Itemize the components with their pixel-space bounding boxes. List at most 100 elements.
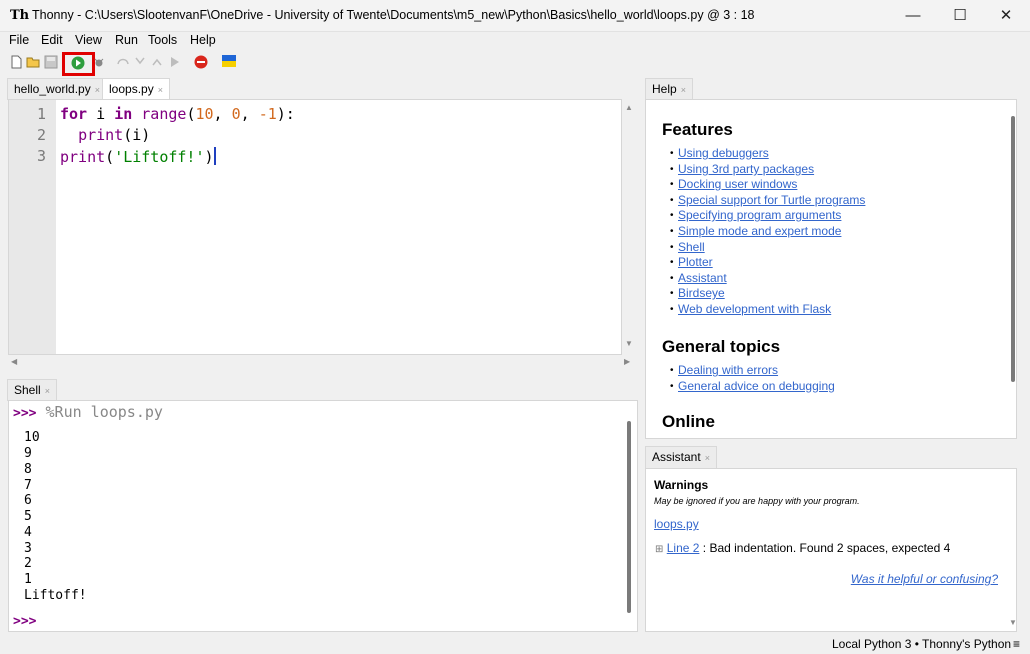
close-tab-icon[interactable]: × — [158, 85, 163, 95]
help-link[interactable]: Shell — [678, 240, 705, 254]
help-scrollbar-thumb[interactable] — [1011, 116, 1015, 382]
help-link[interactable]: Using 3rd party packages — [678, 162, 814, 176]
tab-label: hello_world.py — [14, 82, 91, 96]
feedback-link[interactable]: Was it helpful or confusing? — [851, 572, 998, 586]
scroll-right-icon[interactable]: ▶ — [624, 357, 630, 366]
shell-run-command: %Run loops.py — [36, 403, 163, 421]
tab-assistant[interactable]: Assistant × — [645, 446, 717, 468]
shell-output: Liftoff! — [24, 588, 87, 603]
help-link[interactable]: Specifying program arguments — [678, 208, 841, 222]
help-link[interactable]: General advice on debugging — [678, 379, 835, 393]
help-link[interactable]: Docking user windows — [678, 177, 797, 191]
open-file-icon[interactable] — [26, 55, 40, 69]
shell-output: 1 — [24, 572, 32, 587]
save-icon[interactable] — [44, 55, 58, 69]
shell-output: 9 — [24, 446, 32, 461]
help-panel: Features • Using debuggers • Using 3rd par… — [645, 99, 1017, 439]
help-link[interactable]: Using debuggers — [678, 146, 769, 160]
step-over-icon[interactable] — [116, 55, 130, 69]
help-link[interactable]: Assistant — [678, 271, 727, 285]
shell-output: 6 — [24, 493, 32, 508]
help-link[interactable]: Dealing with errors — [678, 363, 778, 377]
interpreter-selector[interactable]: Local Python 3 • Thonny's Python — [832, 637, 1011, 651]
code-line: print('Liftoff!') — [60, 147, 216, 166]
scroll-down-icon[interactable]: ▼ — [625, 339, 633, 348]
shell-scrollbar-thumb[interactable] — [627, 421, 631, 613]
code-line: print(i) — [78, 126, 151, 144]
line-number-gutter: 1 2 3 — [9, 100, 56, 354]
close-tab-icon[interactable]: × — [681, 85, 686, 95]
line-number: 3 — [36, 147, 46, 165]
new-file-icon[interactable] — [9, 55, 23, 69]
close-tab-icon[interactable]: × — [45, 386, 50, 396]
tab-label: Shell — [14, 383, 41, 397]
shell-output: 7 — [24, 478, 32, 493]
scroll-left-icon[interactable]: ◀ — [11, 357, 17, 366]
stop-icon[interactable] — [194, 55, 208, 69]
ukraine-flag-icon[interactable] — [222, 55, 236, 67]
tab-help[interactable]: Help × — [645, 78, 693, 100]
menu-help[interactable]: Help — [190, 32, 216, 49]
tab-label: Assistant — [652, 450, 701, 464]
menu-view[interactable]: View — [75, 32, 102, 49]
minimize-button[interactable]: — — [890, 0, 936, 32]
close-tab-icon[interactable]: × — [95, 85, 100, 95]
scroll-up-icon[interactable]: ▲ — [625, 103, 633, 112]
warning-message: : Bad indentation. Found 2 spaces, expec… — [699, 541, 951, 555]
close-button[interactable]: ✕ — [983, 0, 1029, 32]
maximize-button[interactable]: ☐ — [937, 0, 983, 32]
tab-label: Help — [652, 82, 677, 96]
help-heading: General topics — [662, 337, 781, 356]
menu-bar: File Edit View Run Tools Help — [0, 32, 1030, 50]
line-number: 1 — [36, 105, 46, 123]
shell-panel[interactable]: >>> %Run loops.py 10 9 8 7 6 5 4 3 2 1 L… — [8, 400, 638, 632]
line-number: 2 — [36, 126, 46, 144]
thonny-logo-icon: Th — [10, 8, 30, 23]
tab-shell[interactable]: Shell × — [7, 379, 57, 401]
editor-horizontal-scrollbar[interactable]: ◀ ▶ — [8, 355, 636, 369]
warnings-title: Warnings — [654, 478, 709, 492]
debug-icon[interactable] — [92, 55, 106, 69]
menu-tools[interactable]: Tools — [148, 32, 177, 49]
step-into-icon[interactable] — [133, 55, 147, 69]
status-bar: Local Python 3 • Thonny's Python ≡ — [0, 634, 1030, 654]
toolbar — [0, 51, 1030, 77]
scroll-down-icon[interactable]: ▼ — [1009, 618, 1017, 627]
shell-output: 3 — [24, 541, 32, 556]
file-link[interactable]: loops.py — [654, 517, 699, 531]
editor-vertical-scrollbar[interactable]: ▲ ▼ — [622, 99, 636, 355]
help-link[interactable]: Simple mode and expert mode — [678, 224, 841, 238]
help-heading: Online — [662, 412, 715, 431]
menu-run[interactable]: Run — [115, 32, 138, 49]
shell-prompt: >>> — [13, 406, 37, 421]
shell-output: 8 — [24, 462, 32, 477]
help-link[interactable]: Web development with Flask — [678, 302, 831, 316]
help-link[interactable]: Special support for Turtle programs — [678, 193, 865, 207]
run-icon[interactable] — [71, 56, 85, 70]
menu-file[interactable]: File — [9, 32, 29, 49]
code-editor[interactable]: 1 2 3 for i in range(10, 0, -1): print(i… — [8, 99, 622, 355]
shell-output: 10 — [24, 430, 40, 445]
shell-run-line: >>> %Run loops.py — [13, 403, 163, 421]
expand-icon[interactable]: ⊞ — [655, 544, 663, 555]
tab-loops[interactable]: loops.py × — [102, 78, 170, 100]
resume-icon[interactable] — [168, 55, 182, 69]
assistant-panel: Warnings May be ignored if you are happy… — [645, 468, 1017, 632]
shell-output: 5 — [24, 509, 32, 524]
line-link[interactable]: Line 2 — [667, 541, 700, 555]
menu-edit[interactable]: Edit — [41, 32, 63, 49]
code-line: for i in range(10, 0, -1): — [60, 105, 295, 123]
close-tab-icon[interactable]: × — [705, 453, 710, 463]
tab-hello-world[interactable]: hello_world.py × — [7, 78, 107, 100]
tab-label: loops.py — [109, 82, 154, 96]
help-link[interactable]: Plotter — [678, 255, 713, 269]
help-link[interactable]: Birdseye — [678, 286, 725, 300]
warning-item: ⊞ Line 2 : Bad indentation. Found 2 spac… — [655, 541, 950, 555]
title-bar: Th Thonny - C:\Users\SlootenvanF\OneDriv… — [0, 0, 1030, 32]
shell-output: 4 — [24, 525, 32, 540]
window-title: Thonny - C:\Users\SlootenvanF\OneDrive -… — [32, 8, 755, 22]
step-out-icon[interactable] — [150, 55, 164, 69]
hamburger-icon[interactable]: ≡ — [1013, 637, 1020, 651]
shell-prompt[interactable]: >>> — [13, 614, 36, 629]
warnings-subtitle: May be ignored if you are happy with you… — [654, 496, 860, 506]
